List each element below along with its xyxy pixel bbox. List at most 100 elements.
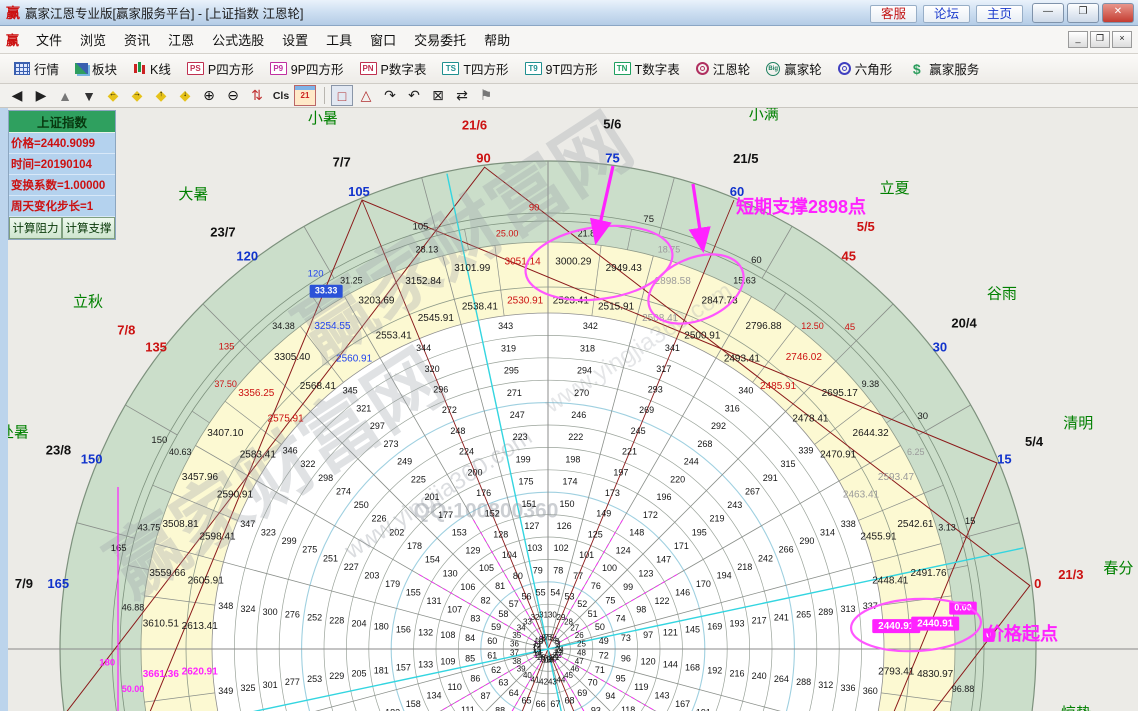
spiral-number: 226	[372, 514, 387, 524]
spiral-number: 81	[495, 581, 505, 591]
price-cell-outer: 3559.66	[149, 568, 186, 579]
calendar-icon[interactable]: 21	[294, 85, 316, 106]
outer-degree-label: 30	[933, 340, 947, 355]
percent-special-mark: 33.33	[315, 286, 338, 296]
spiral-number: 290	[799, 536, 814, 546]
square-tool-icon[interactable]: □	[331, 85, 353, 106]
pyramid-up-icon[interactable]: ▲	[54, 85, 76, 106]
toolbar-button-赢家服务[interactable]: $赢家服务	[900, 55, 987, 82]
pyramid-down-icon[interactable]: ▼	[78, 85, 100, 106]
spiral-number: 133	[418, 659, 433, 669]
menu-item-1[interactable]: 浏览	[71, 26, 115, 53]
quick-button-2[interactable]: 主页	[976, 5, 1023, 23]
spiral-number: 154	[425, 555, 440, 565]
toolbar-label: 江恩轮	[713, 59, 751, 78]
price-cell-outer: 2796.88	[745, 321, 782, 332]
close-button[interactable]: ✕	[1102, 3, 1134, 23]
menu-item-5[interactable]: 设置	[273, 26, 317, 53]
spiral-number: 75	[605, 596, 615, 606]
spiral-number: 270	[574, 388, 589, 398]
diamond-left-icon[interactable]: ◆←	[102, 85, 124, 106]
wheel-icon	[696, 62, 709, 75]
spiral-number: 340	[738, 386, 753, 396]
spiral-number: 149	[596, 509, 611, 519]
toolbar-button-六角形[interactable]: 六角形	[830, 55, 901, 82]
toolbar-button-江恩轮[interactable]: 江恩轮	[688, 55, 759, 82]
menu-item-9[interactable]: 帮助	[475, 26, 519, 53]
spiral-number: 347	[240, 519, 255, 529]
flag-icon[interactable]: ⚑	[475, 85, 497, 106]
toolbar-button-行情[interactable]: 行情	[6, 55, 67, 82]
toolbar-button-9P四方形[interactable]: P99P四方形	[262, 55, 352, 82]
spiral-number: 267	[745, 486, 760, 496]
spiral-number: 77	[573, 571, 583, 581]
spiral-number: 242	[758, 553, 773, 563]
toolbar-button-T数字表[interactable]: TNT数字表	[606, 55, 688, 82]
swap-icon[interactable]: ⇄	[451, 85, 473, 106]
minimize-button[interactable]: —	[1032, 3, 1064, 23]
child-close-button[interactable]: ×	[1112, 31, 1132, 48]
menu-items: 文件浏览资讯江恩公式选股设置工具窗口交易委托帮助	[27, 26, 519, 53]
spiral-number: 341	[665, 343, 680, 353]
price-cell-inner: 2613.41	[182, 621, 219, 632]
prev-arrow-icon[interactable]: ◀	[6, 85, 28, 106]
spiral-number: 265	[796, 610, 811, 620]
spiral-number: 29	[556, 613, 565, 622]
outer-degree-label: 90	[476, 151, 490, 166]
updown-icon[interactable]: ⇅	[246, 85, 268, 106]
spiral-number: 221	[622, 447, 637, 457]
percent-cell: 6.25	[907, 447, 925, 457]
spiral-number: 196	[657, 492, 672, 502]
quick-button-0[interactable]: 客服	[870, 5, 917, 23]
menu-item-7[interactable]: 窗口	[361, 26, 405, 53]
menu-item-3[interactable]: 江恩	[159, 26, 203, 53]
spiral-number: 67	[550, 699, 560, 709]
toolbar-button-K线[interactable]: K线	[125, 55, 179, 82]
spiral-number: 100	[602, 563, 617, 573]
menu-item-8[interactable]: 交易委托	[405, 26, 475, 53]
spiral-number: 124	[616, 545, 631, 555]
diamond-up-icon[interactable]: ◆↑	[150, 85, 172, 106]
menu-item-6[interactable]: 工具	[317, 26, 361, 53]
cls-button[interactable]: Cls	[270, 85, 292, 106]
diamond-arrow-glyph: ↓	[175, 89, 195, 98]
spiral-number: 248	[450, 426, 465, 436]
calc-support-button[interactable]: 计算支撑	[62, 217, 115, 239]
child-restore-button[interactable]: ❐	[1090, 31, 1110, 48]
gann-wheel-canvas[interactable]: 赢家财富网赢家财富网www.yingjia360.comwww.yingjia3…	[8, 108, 1138, 711]
zoom-in-icon[interactable]: ⊕	[198, 85, 220, 106]
degree-cell: 150	[151, 435, 167, 446]
diamond-down-icon[interactable]: ◆↓	[174, 85, 196, 106]
diamond-right-icon[interactable]: ◆→	[126, 85, 148, 106]
zoom-out-icon[interactable]: ⊖	[222, 85, 244, 106]
price-cell-outer: 2440.91	[917, 618, 954, 629]
triangle-tool-icon[interactable]: △	[355, 85, 377, 106]
toolbar-button-9T四方形[interactable]: T99T四方形	[517, 55, 606, 82]
spiral-number: 266	[779, 545, 794, 555]
spiral-number: 322	[300, 459, 315, 469]
next-arrow-icon[interactable]: ▶	[30, 85, 52, 106]
chart-area[interactable]: 赢家财富网赢家财富网www.yingjia360.comwww.yingjia3…	[8, 108, 1138, 711]
rotate-cw-icon[interactable]: ↷	[379, 85, 401, 106]
quick-button-1[interactable]: 论坛	[923, 5, 970, 23]
drawing-toolbar: ◀▶▲▼◆←◆→◆↑◆↓⊕⊖⇅Cls21 □△↷↶⊠⇄⚑	[0, 84, 1138, 108]
menu-item-0[interactable]: 文件	[27, 26, 71, 53]
toolbar-label: 赢家服务	[929, 59, 979, 78]
child-minimize-button[interactable]: _	[1068, 31, 1088, 48]
toolbar-button-T四方形[interactable]: TST四方形	[434, 55, 516, 82]
toolbar-button-P数字表[interactable]: PNP数字表	[352, 55, 435, 82]
toolbar-button-P四方形[interactable]: PSP四方形	[179, 55, 262, 82]
box-x-icon[interactable]: ⊠	[427, 85, 449, 106]
spiral-number: 62	[491, 665, 501, 675]
rotate-ccw-icon[interactable]: ↶	[403, 85, 425, 106]
spiral-number: 94	[605, 691, 615, 701]
spiral-number: 105	[479, 563, 494, 573]
toolbar-button-赢家轮[interactable]: Big赢家轮	[758, 55, 830, 82]
menu-item-4[interactable]: 公式选股	[203, 26, 273, 53]
toolbar-label: 赢家轮	[784, 59, 822, 78]
maximize-button[interactable]: ❐	[1067, 3, 1099, 23]
percent-cell: 43.75	[138, 522, 161, 532]
toolbar-button-板块[interactable]: 板块	[67, 55, 125, 82]
calc-resistance-button[interactable]: 计算阻力	[9, 217, 62, 239]
menu-item-2[interactable]: 资讯	[115, 26, 159, 53]
